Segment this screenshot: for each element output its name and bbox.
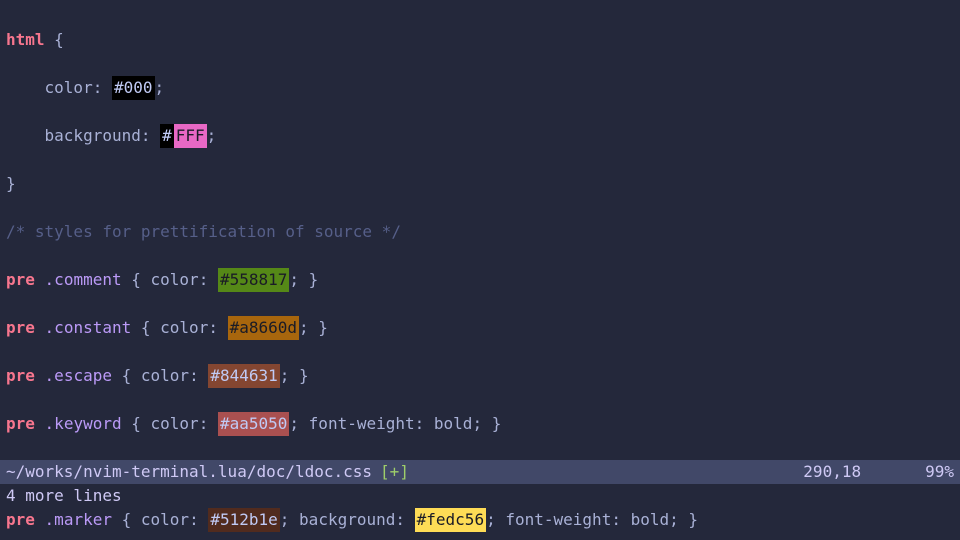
status-position: 290,18 bbox=[803, 460, 861, 484]
code-line: /* styles for prettification of source *… bbox=[6, 220, 954, 244]
status-modified-flag: [+] bbox=[380, 460, 409, 484]
code-line: pre .escape { color: #844631; } bbox=[6, 364, 954, 388]
code-line: } bbox=[6, 172, 954, 196]
color-chip: #512b1e bbox=[208, 508, 279, 532]
color-chip: #558817 bbox=[218, 268, 289, 292]
code-line: pre .marker { color: #512b1e; background… bbox=[6, 508, 954, 532]
color-chip-white: FFF bbox=[174, 124, 207, 148]
message-text: 4 more lines bbox=[6, 486, 122, 505]
status-bar: ~/works/nvim-terminal.lua/doc/ldoc.css [… bbox=[0, 460, 960, 484]
code-line: pre .comment { color: #558817; } bbox=[6, 268, 954, 292]
selector-html: html bbox=[6, 30, 45, 49]
code-line: pre .constant { color: #a8660d; } bbox=[6, 316, 954, 340]
color-chip: #fedc56 bbox=[415, 508, 486, 532]
color-chip-black: #000 bbox=[112, 76, 155, 100]
color-chip: #aa5050 bbox=[218, 412, 289, 436]
code-editor[interactable]: html { color: #000; background: #FFF; } … bbox=[0, 0, 960, 540]
code-line: pre .keyword { color: #aa5050; font-weig… bbox=[6, 412, 954, 436]
message-line: 4 more lines bbox=[0, 484, 960, 508]
color-chip: #844631 bbox=[208, 364, 279, 388]
code-line: color: #000; bbox=[6, 76, 954, 100]
code-line: html { bbox=[6, 28, 954, 52]
status-percent: 99% bbox=[925, 460, 954, 484]
code-line: background: #FFF; bbox=[6, 124, 954, 148]
css-comment: /* styles for prettification of source *… bbox=[6, 222, 401, 241]
hash-prefix: # bbox=[160, 124, 174, 148]
status-filename: ~/works/nvim-terminal.lua/doc/ldoc.css bbox=[6, 460, 372, 484]
color-chip: #a8660d bbox=[228, 316, 299, 340]
